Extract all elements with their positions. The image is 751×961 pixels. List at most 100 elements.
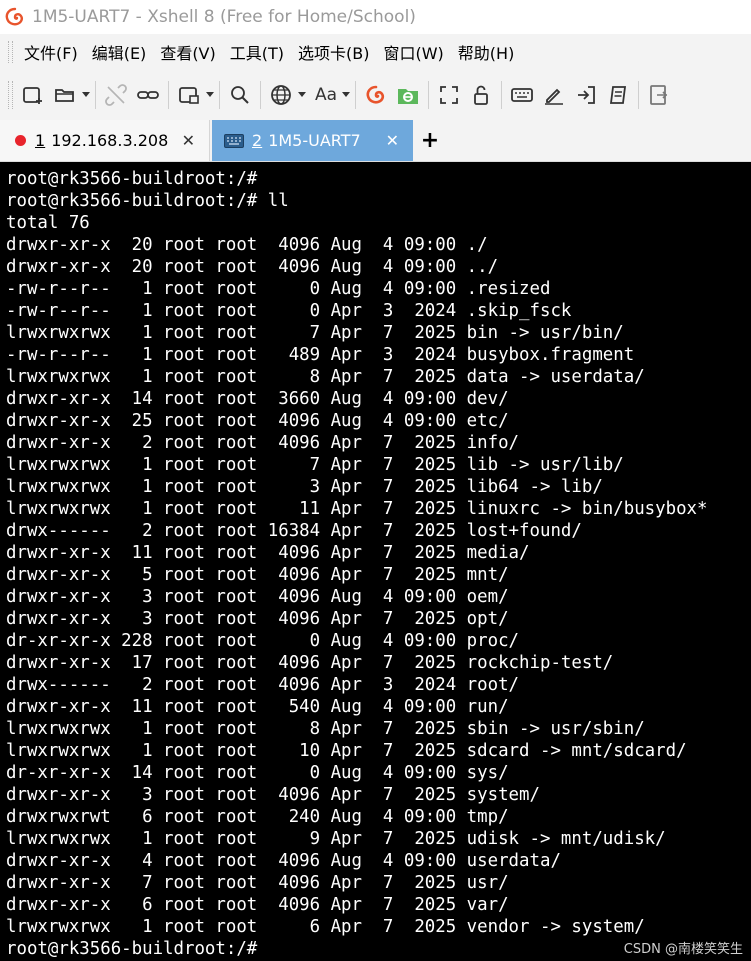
status-dot-icon bbox=[15, 135, 26, 146]
reconnect-icon bbox=[137, 91, 159, 99]
toolbar-separator bbox=[168, 81, 169, 109]
watermark: CSDN @南楼笑笑生 bbox=[623, 942, 743, 957]
menu-tab[interactable]: 选项卡(B) bbox=[291, 40, 376, 64]
fullscreen-button[interactable] bbox=[433, 78, 465, 112]
new-window-button[interactable] bbox=[173, 78, 205, 112]
caret-down-icon bbox=[298, 92, 306, 97]
terminal-line: dr-xr-xr-x 14 root root 0 Aug 4 09:00 sy… bbox=[6, 763, 509, 783]
tab-session-1[interactable]: 1 192.168.3.208 ✕ bbox=[0, 120, 210, 161]
encoding-button[interactable] bbox=[265, 78, 297, 112]
terminal-line: -rw-r--r-- 1 root root 0 Aug 4 09:00 .re… bbox=[6, 279, 551, 299]
caret-down-icon bbox=[206, 92, 214, 97]
menu-edit[interactable]: 编辑(E) bbox=[85, 40, 154, 64]
log-icon bbox=[650, 85, 668, 105]
terminal-line: total 76 bbox=[6, 213, 90, 233]
open-dropdown[interactable] bbox=[81, 78, 91, 112]
add-tab-button[interactable]: + bbox=[413, 120, 447, 161]
log-button[interactable] bbox=[643, 78, 675, 112]
terminal-line: -rw-r--r-- 1 root root 489 Apr 3 2024 bu… bbox=[6, 345, 635, 365]
compose-icon bbox=[545, 88, 564, 105]
encoding-dropdown[interactable] bbox=[297, 78, 307, 112]
close-icon[interactable]: ✕ bbox=[386, 131, 399, 150]
terminal-line: -rw-r--r-- 1 root root 0 Apr 3 2024 .ski… bbox=[6, 301, 572, 321]
open-button[interactable] bbox=[49, 78, 81, 112]
tab-label: 1M5-UART7 bbox=[268, 131, 361, 150]
terminal-line: lrwxrwxrwx 1 root root 7 Apr 7 2025 lib … bbox=[6, 455, 624, 475]
toolbar-separator bbox=[501, 81, 503, 109]
terminal-output: root@rk3566-buildroot:/# root@rk3566-buil… bbox=[6, 168, 708, 960]
terminal-line: lrwxrwxrwx 1 root root 3 Apr 7 2025 lib6… bbox=[6, 477, 603, 497]
terminal-icon bbox=[224, 133, 244, 148]
terminal-line: dr-xr-xr-x 228 root root 0 Aug 4 09:00 p… bbox=[6, 631, 520, 651]
terminal-line: root@rk3566-buildroot:/# bbox=[6, 169, 258, 189]
xftp-icon bbox=[398, 89, 419, 104]
new-session-icon bbox=[23, 87, 42, 104]
compose-button[interactable] bbox=[538, 78, 570, 112]
menu-bar: 文件(F) 编辑(E) 查看(V) 工具(T) 选项卡(B) 窗口(W) 帮助(… bbox=[0, 34, 751, 70]
terminal-line: drwxr-xr-x 11 root root 4096 Apr 7 2025 … bbox=[6, 543, 530, 563]
caret-down-icon bbox=[82, 92, 90, 97]
terminal-line: lrwxrwxrwx 1 root root 8 Apr 7 2025 sbin… bbox=[6, 719, 645, 739]
terminal-line: drwxr-xr-x 2 root root 4096 Apr 7 2025 i… bbox=[6, 433, 520, 453]
terminal-line: lrwxrwxrwx 1 root root 8 Apr 7 2025 data… bbox=[6, 367, 645, 387]
tab-label: 192.168.3.208 bbox=[51, 131, 169, 150]
toolbar-separator bbox=[428, 81, 430, 109]
search-icon bbox=[231, 86, 249, 104]
tab-number: 1 bbox=[35, 131, 46, 150]
script-icon bbox=[610, 86, 627, 104]
disconnect-button[interactable] bbox=[100, 78, 132, 112]
toolbar-separator bbox=[638, 81, 640, 109]
menu-help[interactable]: 帮助(H) bbox=[451, 40, 522, 64]
terminal-line: drwxr-xr-x 3 root root 4096 Apr 7 2025 s… bbox=[6, 785, 540, 805]
tab-session-2[interactable]: 2 1M5-UART7 ✕ bbox=[212, 120, 413, 161]
terminal-line: drwxr-xr-x 17 root root 4096 Apr 7 2025 … bbox=[6, 653, 614, 673]
terminal-line: drwxr-xr-x 20 root root 4096 Aug 4 09:00… bbox=[6, 257, 499, 277]
menu-grip bbox=[8, 41, 13, 63]
menu-tools[interactable]: 工具(T) bbox=[223, 40, 291, 64]
toolbar: Aa bbox=[0, 70, 751, 120]
search-button[interactable] bbox=[224, 78, 256, 112]
close-icon[interactable]: ✕ bbox=[182, 131, 195, 150]
terminal-line: drwxr-xr-x 6 root root 4096 Apr 7 2025 v… bbox=[6, 895, 509, 915]
transfer-button[interactable] bbox=[570, 78, 602, 112]
terminal-line: root@rk3566-buildroot:/# ll bbox=[6, 191, 289, 211]
title-bar: 1M5-UART7 - Xshell 8 (Free for Home/Scho… bbox=[0, 0, 751, 34]
new-session-button[interactable] bbox=[17, 78, 49, 112]
xshell-logo-icon bbox=[5, 7, 23, 26]
terminal-view[interactable]: root@rk3566-buildroot:/# root@rk3566-buil… bbox=[0, 162, 751, 961]
toolbar-separator bbox=[219, 81, 220, 109]
xshell-icon bbox=[366, 85, 385, 104]
lock-button[interactable] bbox=[465, 78, 497, 112]
terminal-line: lrwxrwxrwx 1 root root 7 Apr 7 2025 bin … bbox=[6, 323, 624, 343]
menu-window[interactable]: 窗口(W) bbox=[376, 40, 450, 64]
font-dropdown[interactable] bbox=[341, 78, 351, 112]
toolbar-separator bbox=[95, 81, 96, 109]
terminal-line: drwxr-xr-x 4 root root 4096 Aug 4 09:00 … bbox=[6, 851, 561, 871]
toolbar-separator bbox=[355, 81, 357, 109]
terminal-line: drwxr-xr-x 25 root root 4096 Aug 4 09:00… bbox=[6, 411, 509, 431]
new-window-dropdown[interactable] bbox=[205, 78, 215, 112]
font-icon: Aa bbox=[315, 85, 338, 105]
keyboard-button[interactable] bbox=[506, 78, 538, 112]
toolbar-grip bbox=[8, 81, 13, 109]
terminal-line: lrwxrwxrwx 1 root root 10 Apr 7 2025 sdc… bbox=[6, 741, 687, 761]
font-button[interactable]: Aa bbox=[307, 78, 341, 112]
plus-icon: + bbox=[420, 128, 440, 153]
terminal-line: drwxr-xr-x 3 root root 4096 Apr 7 2025 o… bbox=[6, 609, 509, 629]
script-button[interactable] bbox=[602, 78, 634, 112]
terminal-line: drwxr-xr-x 20 root root 4096 Aug 4 09:00… bbox=[6, 235, 488, 255]
menu-file[interactable]: 文件(F) bbox=[17, 40, 85, 64]
menu-view[interactable]: 查看(V) bbox=[153, 40, 222, 64]
terminal-line: drwxr-xr-x 11 root root 540 Aug 4 09:00 … bbox=[6, 697, 509, 717]
new-window-icon bbox=[179, 87, 199, 104]
reconnect-button[interactable] bbox=[132, 78, 164, 112]
terminal-line: drwx------ 2 root root 4096 Apr 3 2024 r… bbox=[6, 675, 520, 695]
transfer-icon bbox=[578, 86, 595, 104]
terminal-line: drwx------ 2 root root 16384 Apr 7 2025 … bbox=[6, 521, 582, 541]
xftp-button[interactable] bbox=[392, 78, 424, 112]
tab-bar: 1 192.168.3.208 ✕ 2 1M5-UART7 ✕ + bbox=[0, 120, 751, 162]
terminal-line: drwxrwxrwt 6 root root 240 Aug 4 09:00 t… bbox=[6, 807, 509, 827]
terminal-line: lrwxrwxrwx 1 root root 9 Apr 7 2025 udis… bbox=[6, 829, 666, 849]
terminal-line: drwxr-xr-x 7 root root 4096 Apr 7 2025 u… bbox=[6, 873, 509, 893]
xshell-button[interactable] bbox=[360, 78, 392, 112]
